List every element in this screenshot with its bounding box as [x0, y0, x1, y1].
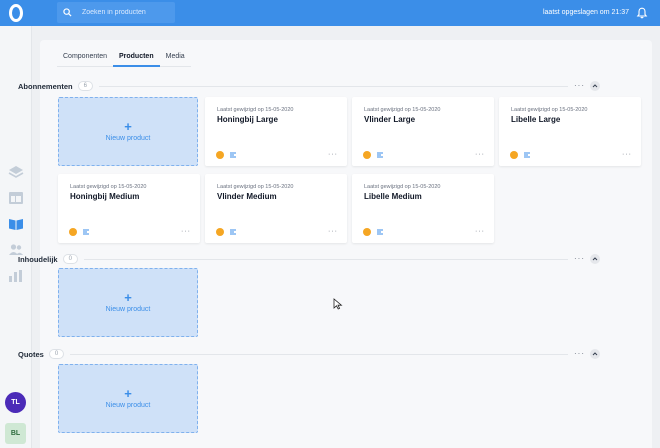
- emoji-face-icon: [216, 228, 224, 236]
- product-card[interactable]: Laatst gewijzigd op 15-05-2020 Libelle M…: [352, 174, 494, 243]
- bell-icon[interactable]: [636, 7, 648, 19]
- product-name: Honingbij Medium: [70, 192, 140, 201]
- collapse-button[interactable]: [590, 349, 600, 359]
- count-badge: 6: [77, 81, 93, 91]
- collapse-button[interactable]: [590, 81, 600, 91]
- divider: [98, 85, 568, 87]
- emoji-face-icon: [510, 151, 518, 159]
- card-more-button[interactable]: ···: [328, 151, 338, 158]
- section-title: Quotes: [18, 349, 44, 359]
- last-edited: Laatst gewijzigd op 15-05-2020: [217, 107, 294, 113]
- search-box[interactable]: [57, 2, 175, 23]
- plus-icon: +: [124, 386, 132, 401]
- mouse-cursor-icon: [333, 298, 343, 310]
- new-product-button[interactable]: + Nieuw product: [58, 364, 198, 433]
- search-input[interactable]: [82, 9, 166, 16]
- list-lines-icon: [377, 229, 383, 235]
- section-title: Abonnementen: [18, 81, 73, 91]
- product-card[interactable]: Laatst gewijzigd op 15-05-2020 Honingbij…: [205, 97, 347, 166]
- card-more-button[interactable]: ···: [622, 151, 632, 158]
- plus-icon: +: [124, 119, 132, 134]
- divider: [70, 353, 568, 355]
- layout-icon[interactable]: [7, 190, 25, 206]
- avatar-user-tl[interactable]: TL: [5, 392, 26, 413]
- last-edited: Laatst gewijzigd op 15-05-2020: [364, 184, 441, 190]
- list-lines-icon: [377, 152, 383, 158]
- avatar-workspace-bl[interactable]: BL: [5, 423, 26, 444]
- chevron-up-icon: [592, 84, 598, 88]
- emoji-face-icon: [363, 228, 371, 236]
- collapse-button[interactable]: [590, 254, 600, 264]
- new-product-label: Nieuw product: [105, 135, 151, 142]
- emoji-face-icon: [69, 228, 77, 236]
- product-name: Honingbij Large: [217, 115, 278, 124]
- layers-icon[interactable]: [7, 164, 25, 180]
- topbar: laatst opgeslagen om 21:37: [32, 0, 660, 26]
- last-edited: Laatst gewijzigd op 15-05-2020: [217, 184, 294, 190]
- product-card[interactable]: Laatst gewijzigd op 15-05-2020 Vlinder M…: [205, 174, 347, 243]
- new-product-button[interactable]: + Nieuw product: [58, 268, 198, 337]
- product-card[interactable]: Laatst gewijzigd op 15-05-2020 Vlinder L…: [352, 97, 494, 166]
- section-more-button[interactable]: ···: [574, 82, 585, 90]
- brand-o-icon[interactable]: [0, 0, 32, 26]
- book-open-icon[interactable]: [7, 216, 25, 232]
- product-name: Libelle Medium: [364, 192, 422, 201]
- bar-chart-icon[interactable]: [7, 268, 25, 284]
- tab-media[interactable]: Media: [160, 50, 191, 67]
- section-header-inhoudelijk: Inhoudelijk 0 ···: [18, 253, 600, 265]
- tab-producten[interactable]: Producten: [112, 50, 160, 67]
- card-more-button[interactable]: ···: [475, 228, 485, 235]
- list-lines-icon: [230, 229, 236, 235]
- last-edited: Laatst gewijzigd op 15-05-2020: [70, 184, 147, 190]
- product-name: Vlinder Medium: [217, 192, 277, 201]
- card-more-button[interactable]: ···: [475, 151, 485, 158]
- product-card[interactable]: Laatst gewijzigd op 15-05-2020 Libelle L…: [499, 97, 641, 166]
- product-name: Vlinder Large: [364, 115, 416, 124]
- chevron-up-icon: [592, 352, 598, 356]
- section-title: Inhoudelijk: [18, 254, 58, 264]
- emoji-face-icon: [216, 151, 224, 159]
- tab-bar: Componenten Producten Media: [57, 50, 191, 67]
- plus-icon: +: [124, 290, 132, 305]
- last-edited: Laatst gewijzigd op 15-05-2020: [511, 107, 588, 113]
- new-product-label: Nieuw product: [105, 306, 151, 313]
- sidebar: TL BL: [0, 0, 32, 448]
- search-icon: [63, 8, 72, 17]
- tab-componenten[interactable]: Componenten: [57, 50, 113, 67]
- list-lines-icon: [524, 152, 530, 158]
- product-card[interactable]: Laatst gewijzigd op 15-05-2020 Honingbij…: [58, 174, 200, 243]
- count-badge: 0: [62, 254, 78, 264]
- new-product-label: Nieuw product: [105, 402, 151, 409]
- chevron-up-icon: [592, 257, 598, 261]
- product-name: Libelle Large: [511, 115, 561, 124]
- emoji-face-icon: [363, 151, 371, 159]
- saved-status: laatst opgeslagen om 21:37: [542, 9, 629, 16]
- list-lines-icon: [230, 152, 236, 158]
- card-more-button[interactable]: ···: [328, 228, 338, 235]
- list-lines-icon: [83, 229, 89, 235]
- divider: [83, 258, 568, 260]
- count-badge: 0: [48, 349, 65, 359]
- card-more-button[interactable]: ···: [181, 228, 191, 235]
- section-more-button[interactable]: ···: [574, 255, 585, 263]
- new-product-button[interactable]: + Nieuw product: [58, 97, 198, 166]
- section-header-abonnementen: Abonnementen 6 ···: [18, 80, 600, 92]
- section-header-quotes: Quotes 0 ···: [18, 348, 600, 360]
- last-edited: Laatst gewijzigd op 15-05-2020: [364, 107, 441, 113]
- section-more-button[interactable]: ···: [574, 350, 585, 358]
